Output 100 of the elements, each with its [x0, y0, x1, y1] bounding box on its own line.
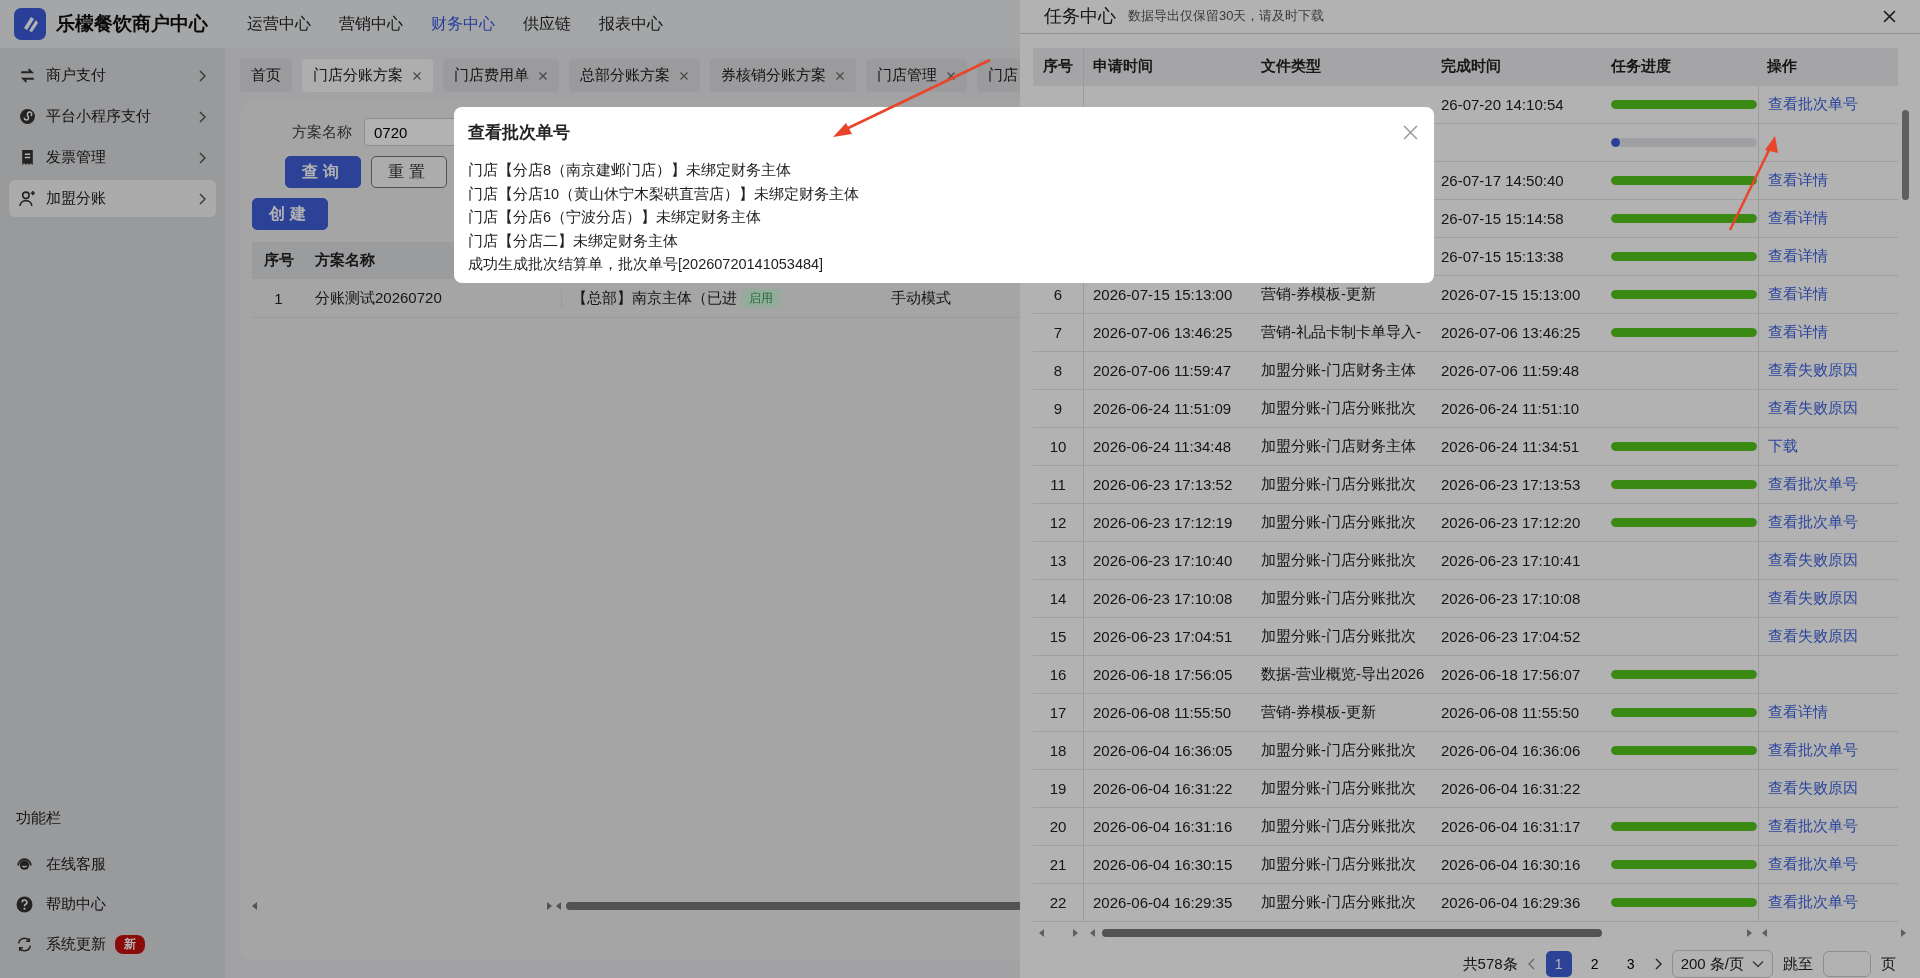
table-cell: 2026-06-24 11:34:51	[1441, 437, 1580, 455]
action-link[interactable]: 查看批次单号	[1768, 892, 1858, 912]
action-link[interactable]: 查看详情	[1768, 246, 1828, 266]
table-cell: 加盟分账-门店分账批次	[1261, 474, 1416, 494]
chevron-right-icon[interactable]	[1653, 958, 1662, 970]
action-link[interactable]: 查看批次单号	[1768, 854, 1858, 874]
sidebar-item[interactable]: 发票管理	[9, 139, 216, 176]
action-link[interactable]: 查看详情	[1768, 322, 1828, 342]
column-header: 任务进度	[1610, 56, 1672, 77]
page-button[interactable]: 3	[1617, 951, 1644, 977]
table-cell: 加盟分账-门店分账批次	[1261, 398, 1416, 418]
scroll-left-icon[interactable]	[1039, 928, 1045, 937]
table-cell: 2026-06-23 17:10:08	[1441, 589, 1581, 607]
sidebar-item[interactable]: 商户支付	[9, 57, 216, 94]
action-link[interactable]: 查看批次单号	[1768, 740, 1858, 760]
table-cell: 2026-06-04 16:29:35	[1093, 893, 1233, 911]
table-cell: 26-07-17 14:50:40	[1441, 171, 1564, 189]
close-icon[interactable]	[538, 70, 548, 81]
sidebar-link[interactable]: 系统更新	[46, 934, 106, 954]
page-jump-input[interactable]	[1823, 951, 1871, 977]
scrollbar-thumb[interactable]	[1902, 109, 1909, 200]
page-size-select[interactable]: 200 条/页	[1671, 950, 1773, 978]
scroll-left-icon[interactable]	[556, 902, 562, 910]
table-cell: 13	[1049, 551, 1067, 569]
action-link[interactable]: 查看失败原因	[1768, 778, 1858, 798]
message-line: 成功生成批次结算单，批次单号[20260720141053484]	[468, 255, 825, 274]
message-line: 门店【分店8（南京建邺门店）】未绑定财务主体	[468, 161, 793, 180]
chevron-left-icon[interactable]	[1527, 958, 1536, 970]
table-cell: 2026-07-06 11:59:48	[1441, 361, 1580, 379]
table-cell: 19	[1049, 779, 1067, 797]
action-link[interactable]: 查看失败原因	[1768, 550, 1858, 570]
nav-link[interactable]: 报表中心	[599, 13, 663, 35]
table-cell: 2026-06-23 17:04:52	[1441, 627, 1581, 645]
close-icon[interactable]	[679, 70, 689, 81]
action-link[interactable]: 查看批次单号	[1768, 512, 1858, 532]
action-link[interactable]: 下载	[1768, 436, 1798, 456]
scroll-left-icon[interactable]	[1090, 928, 1096, 937]
search-button[interactable]: 查询	[285, 156, 361, 188]
table-cell: 2026-06-24 11:51:10	[1441, 399, 1580, 417]
table-cell: 9	[1053, 399, 1063, 417]
scroll-left-icon[interactable]	[1762, 928, 1768, 937]
page-tab[interactable]: 券核销分账方案	[710, 59, 856, 92]
nav-link[interactable]: 运营中心	[247, 13, 311, 35]
close-icon[interactable]	[1883, 9, 1896, 23]
action-link[interactable]: 查看详情	[1768, 170, 1828, 190]
page-button[interactable]: 1	[1545, 951, 1572, 977]
sidebar-link[interactable]: 帮助中心	[46, 894, 106, 914]
table-cell: 15	[1049, 627, 1067, 645]
table-cell: 2026-06-23 17:12:19	[1093, 513, 1233, 531]
action-link[interactable]: 查看失败原因	[1768, 626, 1858, 646]
action-link[interactable]: 查看详情	[1768, 208, 1828, 228]
chevron-right-icon	[198, 69, 206, 82]
action-link[interactable]: 查看失败原因	[1768, 588, 1858, 608]
page-tab[interactable]: 门店分账方案	[302, 59, 433, 92]
page-tab[interactable]: 门店管理	[866, 59, 967, 92]
action-link[interactable]: 查看详情	[1768, 702, 1828, 722]
nav-link[interactable]: 财务中心	[431, 13, 495, 35]
message-line: 门店【分店二】未绑定财务主体	[468, 231, 679, 251]
chevron-right-icon	[198, 110, 206, 123]
create-button[interactable]: 创建	[252, 198, 328, 230]
action-link[interactable]: 查看批次单号	[1768, 474, 1858, 494]
table-cell: 2026-07-15 15:13:00	[1441, 285, 1581, 303]
sidebar-item[interactable]: 加盟分账	[9, 180, 216, 217]
page-tab[interactable]: 总部分账方案	[569, 59, 700, 92]
action-link[interactable]: 查看失败原因	[1768, 398, 1858, 418]
chevron-right-icon	[198, 151, 206, 164]
sidebar-link[interactable]: 在线客服	[46, 854, 106, 874]
reset-button[interactable]: 重置	[371, 156, 447, 188]
table-cell: 2026-07-15 15:13:00	[1093, 285, 1233, 303]
page-button[interactable]: 2	[1581, 951, 1608, 977]
nav-link[interactable]: 营销中心	[339, 13, 403, 35]
refresh-icon	[16, 935, 33, 953]
scrollbar-thumb[interactable]	[1102, 928, 1602, 937]
nav-link[interactable]: 供应链	[523, 13, 571, 35]
headset-icon	[16, 855, 33, 873]
table-cell: 2026-06-23 17:13:53	[1441, 475, 1581, 493]
table-cell: 加盟分账-门店财务主体	[1261, 436, 1416, 456]
scroll-right-icon[interactable]	[1900, 928, 1906, 937]
caret-down-icon	[1752, 960, 1764, 968]
page-tab[interactable]: 门店费用单	[443, 59, 559, 92]
action-link[interactable]: 查看批次单号	[1768, 816, 1858, 836]
sidebar-item[interactable]: 平台小程序支付	[9, 98, 216, 135]
close-icon[interactable]	[946, 70, 956, 81]
page-tab[interactable]: 首页	[240, 59, 292, 92]
message-line: 门店【分店10（黄山休宁木梨硔直营店）】未绑定财务主体	[468, 184, 861, 204]
table-cell: 2026-06-04 16:31:22	[1093, 779, 1233, 797]
action-link[interactable]: 查看批次单号	[1768, 94, 1858, 114]
scroll-right-icon[interactable]	[546, 902, 552, 910]
table-cell: 2026-06-08 11:55:50	[1441, 703, 1580, 721]
close-icon[interactable]	[412, 70, 422, 81]
action-link[interactable]: 查看详情	[1768, 284, 1828, 304]
scroll-right-icon[interactable]	[1072, 928, 1078, 937]
table-cell: 21	[1049, 855, 1067, 873]
table-cell: 加盟分账-门店分账批次	[1261, 892, 1416, 912]
action-link[interactable]: 查看失败原因	[1768, 360, 1858, 380]
close-icon[interactable]	[835, 70, 845, 81]
scroll-left-icon[interactable]	[252, 902, 258, 910]
scroll-right-icon[interactable]	[1746, 928, 1752, 937]
status-tag: 启用	[741, 288, 781, 308]
table-cell: 2026-06-23 17:13:52	[1093, 475, 1233, 493]
